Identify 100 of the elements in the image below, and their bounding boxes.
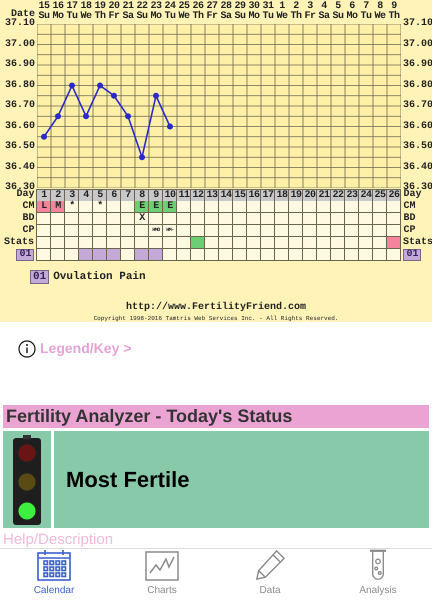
nav-tab[interactable]: Charts — [108, 549, 216, 600]
nav-tab[interactable]: Analysis — [324, 549, 432, 600]
chart-cell-fill — [387, 201, 402, 213]
data-point — [69, 82, 75, 88]
row-label: BD — [22, 214, 34, 224]
chart-cell-fill — [51, 237, 65, 249]
chart-cell: 16 — [247, 190, 262, 202]
weekday-label: Mo — [346, 12, 358, 22]
row-label: 01 — [16, 249, 34, 261]
chart-cell-fill — [247, 225, 262, 237]
chart-cell-fill — [373, 249, 388, 261]
date-number: 30 — [248, 2, 260, 12]
chart-cell: 21 — [317, 190, 332, 202]
analyzer-header: Fertility Analyzer - Today's Status — [3, 405, 429, 428]
chart-cell: 19 — [289, 190, 304, 202]
data-point — [111, 92, 117, 99]
chart-cell: 12 — [191, 190, 206, 202]
data-point — [83, 113, 89, 120]
chart-cell-fill — [289, 213, 304, 225]
nav-tab[interactable]: Calendar — [0, 549, 108, 600]
weekday-label: Tu — [164, 12, 176, 22]
chart-cell-fill — [163, 249, 178, 261]
chart-cell-fill — [387, 213, 402, 225]
date-number: 27 — [206, 2, 218, 12]
weekday-label: Mo — [150, 12, 162, 22]
axis-label: 36.70 — [4, 101, 35, 111]
weekday-label: Fr — [304, 12, 316, 22]
chart-cell: 6 — [107, 190, 122, 202]
chart-cell-fill — [79, 237, 93, 249]
weekday-label: Su — [38, 12, 50, 22]
date-number: 17 — [66, 2, 78, 12]
nav-tab[interactable]: Data — [216, 549, 324, 600]
weekday-label: Sa — [220, 12, 232, 22]
chart-cell: * — [93, 201, 108, 213]
weekday-label: We — [80, 12, 92, 22]
chart-cell-fill — [177, 225, 192, 237]
chart-cell-fill — [317, 249, 332, 261]
date-number: 8 — [377, 2, 383, 12]
chart-cell-fill — [65, 213, 80, 225]
chart-cell-fill — [219, 201, 234, 213]
chart-cell-fill — [345, 225, 360, 237]
chart-cell-fill — [261, 249, 276, 261]
date-number: 21 — [122, 2, 134, 12]
chart-cell-fill — [359, 225, 374, 237]
date-number: 18 — [80, 2, 92, 12]
date-number: 20 — [108, 2, 120, 12]
chart-cell-fill — [107, 225, 122, 237]
chart-cell: 24 — [359, 190, 374, 202]
chart-cell-fill — [177, 201, 192, 213]
legend-label: Ovulation Pain — [53, 270, 146, 285]
chart-cell-fill — [331, 237, 345, 249]
chart-cell-fill — [121, 249, 136, 261]
axis-label: 36.40 — [4, 162, 35, 172]
chart-cell: 22 — [331, 190, 346, 202]
chart-cell-fill — [149, 237, 163, 249]
weekday-label: Fr — [206, 12, 218, 22]
chart-cell-fill — [275, 225, 290, 237]
chart-cell-fill — [247, 237, 261, 249]
chart-cell: M — [51, 201, 66, 213]
chart-cell-fill — [289, 249, 304, 261]
chart-cell-fill — [37, 249, 52, 261]
chart-cell: E — [149, 201, 164, 213]
status-panel: Most Fertile — [54, 431, 429, 528]
calendar-icon — [37, 549, 71, 581]
chart-cell-fill — [93, 225, 108, 237]
chart-cell-fill — [205, 213, 220, 225]
chart-cell: 13 — [205, 190, 220, 202]
chart-cell: 10 — [163, 190, 178, 202]
chart-cell-fill — [303, 225, 318, 237]
chart-cell-fill — [177, 213, 192, 225]
weekday-label: Sa — [318, 12, 330, 22]
row-label: CM — [22, 202, 34, 212]
weekday-label: Mo — [52, 12, 64, 22]
data-point — [139, 154, 145, 160]
chart-cell-fill — [191, 249, 206, 261]
row-label: CP — [22, 226, 34, 236]
chart-cell-fill — [233, 201, 248, 213]
axis-label: 37.10 — [4, 19, 35, 29]
chart-cell-fill — [205, 225, 220, 237]
chart-cell: 23 — [345, 190, 360, 202]
chart-cell-fill — [177, 249, 192, 261]
chart-cell-fill — [51, 225, 66, 237]
chart-cell: * — [65, 201, 80, 213]
chart-cell-fill — [373, 201, 388, 213]
weekday-label: We — [374, 12, 386, 22]
chart-cell: 20 — [303, 190, 318, 202]
data-point — [41, 134, 47, 140]
chart-cell: 2 — [51, 190, 66, 202]
date-number: 26 — [192, 2, 204, 12]
chart-cell-fill — [289, 237, 303, 249]
chart-cell-fill — [219, 237, 233, 249]
chart-cell-fill — [37, 225, 52, 237]
chart-cell-fill — [387, 225, 402, 237]
legend-link[interactable]: Legend/Key > — [40, 338, 132, 359]
info-icon — [18, 340, 36, 358]
chart-cell-fill — [135, 237, 149, 249]
weekday-label: Tu — [66, 12, 78, 22]
chart-cell-fill — [121, 225, 136, 237]
chart-cell-fill — [247, 249, 262, 261]
weekday-label: Th — [94, 12, 106, 22]
